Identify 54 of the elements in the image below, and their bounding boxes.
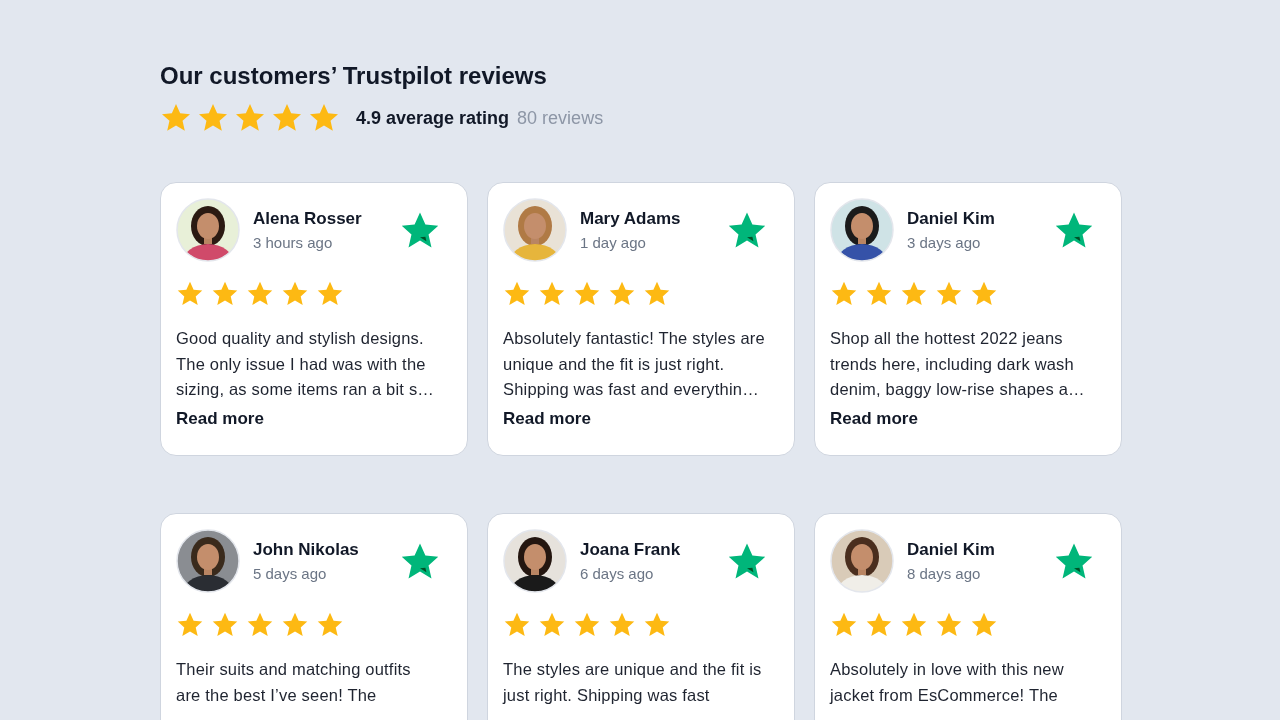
- star-icon: [643, 280, 671, 308]
- star-icon: [573, 280, 601, 308]
- star-icon: [246, 611, 274, 639]
- review-text: The styles are unique and the fit is just right. Shipping was fast: [503, 659, 763, 706]
- review-time: 3 hours ago: [253, 234, 334, 251]
- star-icon: [316, 280, 344, 308]
- star-icon: [935, 280, 963, 308]
- review-text: Shop all the hottest 2022 jeans trends here, including dark wash denim, baggy low-rise shapes a…: [830, 328, 1086, 400]
- review-text: Good quality and stylish designs. The only issue I had was with the sizing, as some items ran a bit s…: [176, 328, 436, 400]
- reviewer-name: Joana Frank: [580, 539, 682, 561]
- star-icon: [970, 611, 998, 639]
- star-icon: [935, 611, 963, 639]
- review-text: Absolutely fantastic! The styles are unique and the fit is just right. Shipping was fast and everythin…: [503, 328, 765, 400]
- star-icon: [246, 280, 274, 308]
- star-icon: [830, 611, 858, 639]
- review-count: 80 reviews: [517, 107, 604, 129]
- star-icon: [503, 280, 531, 308]
- star-icon: [538, 280, 566, 308]
- star-icon: [573, 611, 601, 639]
- review-text: Absolutely in love with this new jacket from EsCommerce! The: [830, 659, 1065, 706]
- star-icon: [281, 611, 309, 639]
- star-icon: [900, 611, 928, 639]
- star-icon: [503, 611, 531, 639]
- star-icon: [608, 280, 636, 308]
- star-icon: [643, 611, 671, 639]
- review-text: Their suits and matching outfits are the best I’ve seen! The: [176, 659, 412, 706]
- read-more-link[interactable]: Read more: [503, 408, 591, 429]
- star-icon: [176, 611, 204, 639]
- reviewer-name: John Nikolas: [253, 539, 360, 561]
- star-icon: [608, 611, 636, 639]
- review-time: 6 days ago: [580, 565, 655, 582]
- reviewer-name: Mary Adams: [580, 208, 682, 230]
- review-time: 5 days ago: [253, 565, 328, 582]
- star-icon: [970, 280, 998, 308]
- page-heading: Our customers’ Trustpilot reviews: [160, 61, 548, 91]
- reviewer-name: Alena Rosser: [253, 208, 363, 230]
- average-rating: 4.9 average rating: [356, 107, 510, 129]
- star-icon: [538, 611, 566, 639]
- star-icon: [316, 611, 344, 639]
- reviewer-name: Daniel Kim: [907, 208, 996, 230]
- star-icon: [865, 611, 893, 639]
- read-more-link[interactable]: Read more: [176, 408, 264, 429]
- star-icon: [900, 280, 928, 308]
- read-more-link[interactable]: Read more: [830, 408, 918, 429]
- star-icon: [176, 280, 204, 308]
- star-icon: [211, 280, 239, 308]
- review-time: 3 days ago: [907, 234, 982, 251]
- star-icon: [830, 280, 858, 308]
- star-icon: [281, 280, 309, 308]
- star-icon: [865, 280, 893, 308]
- reviewer-name: Daniel Kim: [907, 539, 996, 561]
- review-time: 8 days ago: [907, 565, 982, 582]
- review-time: 1 day ago: [580, 234, 647, 251]
- star-icon: [211, 611, 239, 639]
